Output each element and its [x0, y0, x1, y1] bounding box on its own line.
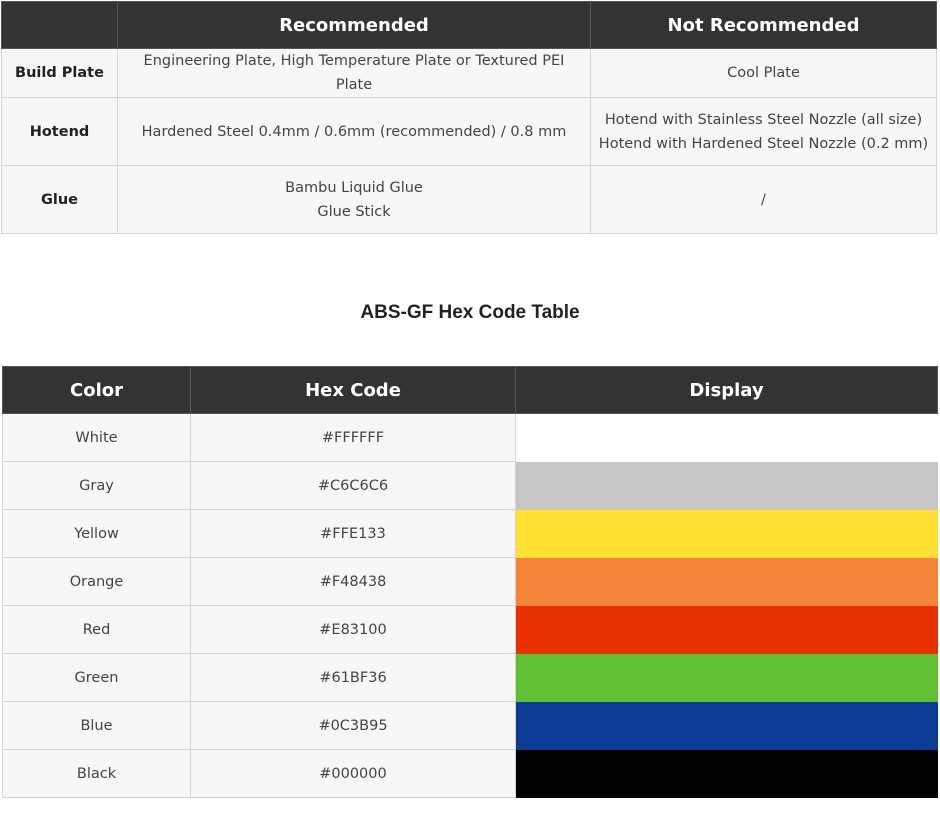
hex-row: Black #000000 — [2, 749, 938, 798]
compat-header-row: Recommended Not Recommended — [1, 1, 937, 49]
hex-code-cell: #C6C6C6 — [190, 461, 516, 510]
color-name-cell: Black — [2, 749, 191, 798]
compat-header-not-recommended: Not Recommended — [590, 1, 937, 49]
not-recommended-text: Hotend with Hardened Steel Nozzle (0.2 m… — [598, 135, 929, 152]
recommended-text: Hardened Steel 0.4mm / 0.6mm (recommende… — [141, 123, 567, 140]
hex-code-cell: #000000 — [190, 749, 516, 798]
not-recommended-cell: Cool Plate — [590, 48, 937, 98]
recommended-cell: Bambu Liquid Glue Glue Stick — [117, 165, 591, 234]
hex-row: White #FFFFFF — [2, 413, 938, 462]
recommended-text: Bambu Liquid Glue — [285, 179, 423, 196]
color-swatch — [515, 749, 938, 798]
compat-row-hotend: Hotend Hardened Steel 0.4mm / 0.6mm (rec… — [1, 97, 937, 166]
hex-row: Yellow #FFE133 — [2, 509, 938, 558]
color-name-cell: Red — [2, 605, 191, 654]
not-recommended-text: Cool Plate — [727, 65, 800, 81]
hex-header-row: Color Hex Code Display — [2, 366, 938, 414]
color-name-cell: Yellow — [2, 509, 191, 558]
not-recommended-cell: / — [590, 165, 937, 234]
recommended-text: Glue Stick — [317, 203, 391, 220]
hex-table-title: ABS-GF Hex Code Table — [360, 302, 580, 323]
recommended-cell: Engineering Plate, High Temperature Plat… — [117, 48, 591, 98]
compatibility-table: Recommended Not Recommended Build Plate … — [1, 1, 937, 234]
recommended-cell: Hardened Steel 0.4mm / 0.6mm (recommende… — [117, 97, 591, 166]
not-recommended-text: Hotend with Stainless Steel Nozzle (all … — [604, 111, 923, 128]
hex-header-color: Color — [2, 366, 191, 414]
color-swatch — [515, 413, 938, 462]
hex-row: Orange #F48438 — [2, 557, 938, 606]
color-swatch — [515, 701, 938, 750]
hex-code-cell: #FFE133 — [190, 509, 516, 558]
color-name-cell: Orange — [2, 557, 191, 606]
compat-row-build-plate: Build Plate Engineering Plate, High Temp… — [1, 48, 937, 98]
row-label: Build Plate — [1, 48, 118, 98]
color-name-cell: Green — [2, 653, 191, 702]
color-name-cell: Gray — [2, 461, 191, 510]
row-label: Glue — [1, 165, 118, 234]
hex-header-code: Hex Code — [190, 366, 516, 414]
not-recommended-text: / — [761, 191, 766, 208]
hex-code-cell: #E83100 — [190, 605, 516, 654]
recommended-text: Engineering Plate, High Temperature Plat… — [143, 53, 565, 93]
compat-header-blank — [1, 1, 118, 49]
hex-code-cell: #F48438 — [190, 557, 516, 606]
hex-header-display: Display — [515, 366, 938, 414]
color-name-cell: White — [2, 413, 191, 462]
compat-header-recommended: Recommended — [117, 1, 591, 49]
color-swatch — [515, 461, 938, 510]
color-swatch — [515, 605, 938, 654]
hex-row: Red #E83100 — [2, 605, 938, 654]
hex-row: Gray #C6C6C6 — [2, 461, 938, 510]
hex-row: Green #61BF36 — [2, 653, 938, 702]
hex-row: Blue #0C3B95 — [2, 701, 938, 750]
compat-row-glue: Glue Bambu Liquid Glue Glue Stick / — [1, 165, 937, 234]
color-swatch — [515, 653, 938, 702]
color-swatch — [515, 509, 938, 558]
hex-table-body: White #FFFFFF Gray #C6C6C6 Yellow #FFE133 Oran… — [2, 413, 938, 798]
hex-code-cell: #FFFFFF — [190, 413, 516, 462]
hex-code-cell: #0C3B95 — [190, 701, 516, 750]
hex-code-cell: #61BF36 — [190, 653, 516, 702]
color-swatch — [515, 557, 938, 606]
hex-code-table: Color Hex Code Display White #FFFFFF Gray #… — [2, 366, 938, 798]
not-recommended-cell: Hotend with Stainless Steel Nozzle (all … — [590, 97, 937, 166]
color-name-cell: Blue — [2, 701, 191, 750]
row-label: Hotend — [1, 97, 118, 166]
